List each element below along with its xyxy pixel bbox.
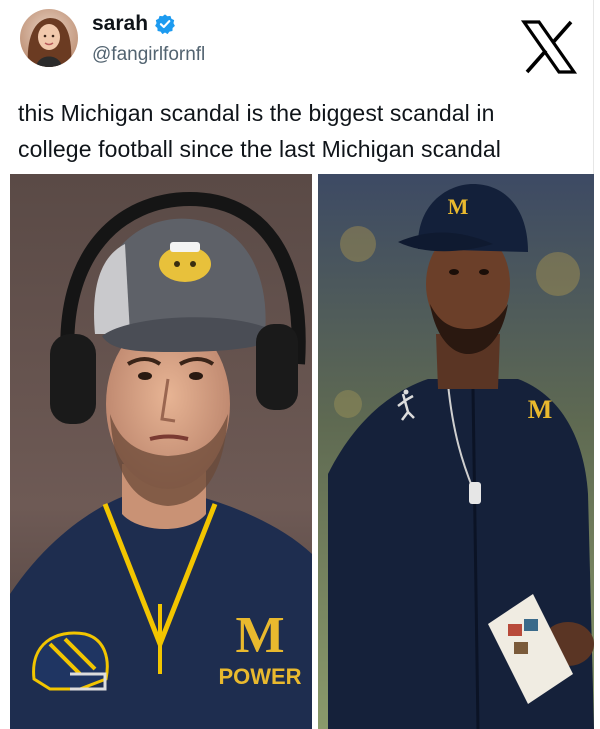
shirt-word: POWER bbox=[218, 664, 301, 689]
tweet-text-line: college football since the last Michigan… bbox=[18, 136, 501, 162]
photo-left[interactable]: M POWER bbox=[10, 174, 312, 729]
x-logo-icon bbox=[520, 18, 578, 76]
cap-letter: M bbox=[448, 194, 469, 219]
tweet-text: this Michigan scandal is the biggest sca… bbox=[18, 95, 588, 167]
michigan-helmet-icon bbox=[32, 631, 109, 691]
display-name[interactable]: sarah bbox=[92, 12, 148, 36]
user-handle[interactable]: @fangirlfornfl bbox=[92, 44, 205, 66]
tweet-text-line: this Michigan scandal is the biggest sca… bbox=[18, 100, 495, 126]
photo-right[interactable]: M M bbox=[318, 174, 594, 729]
shirt-letter-right: M bbox=[528, 395, 553, 424]
avatar[interactable] bbox=[20, 9, 78, 67]
shirt-letter-left: M bbox=[235, 607, 284, 664]
tweet-card: sarah @fangirlfornfl this Michigan scand… bbox=[0, 0, 600, 729]
author-name-row[interactable]: sarah bbox=[92, 12, 176, 36]
verified-badge-icon bbox=[154, 13, 176, 35]
